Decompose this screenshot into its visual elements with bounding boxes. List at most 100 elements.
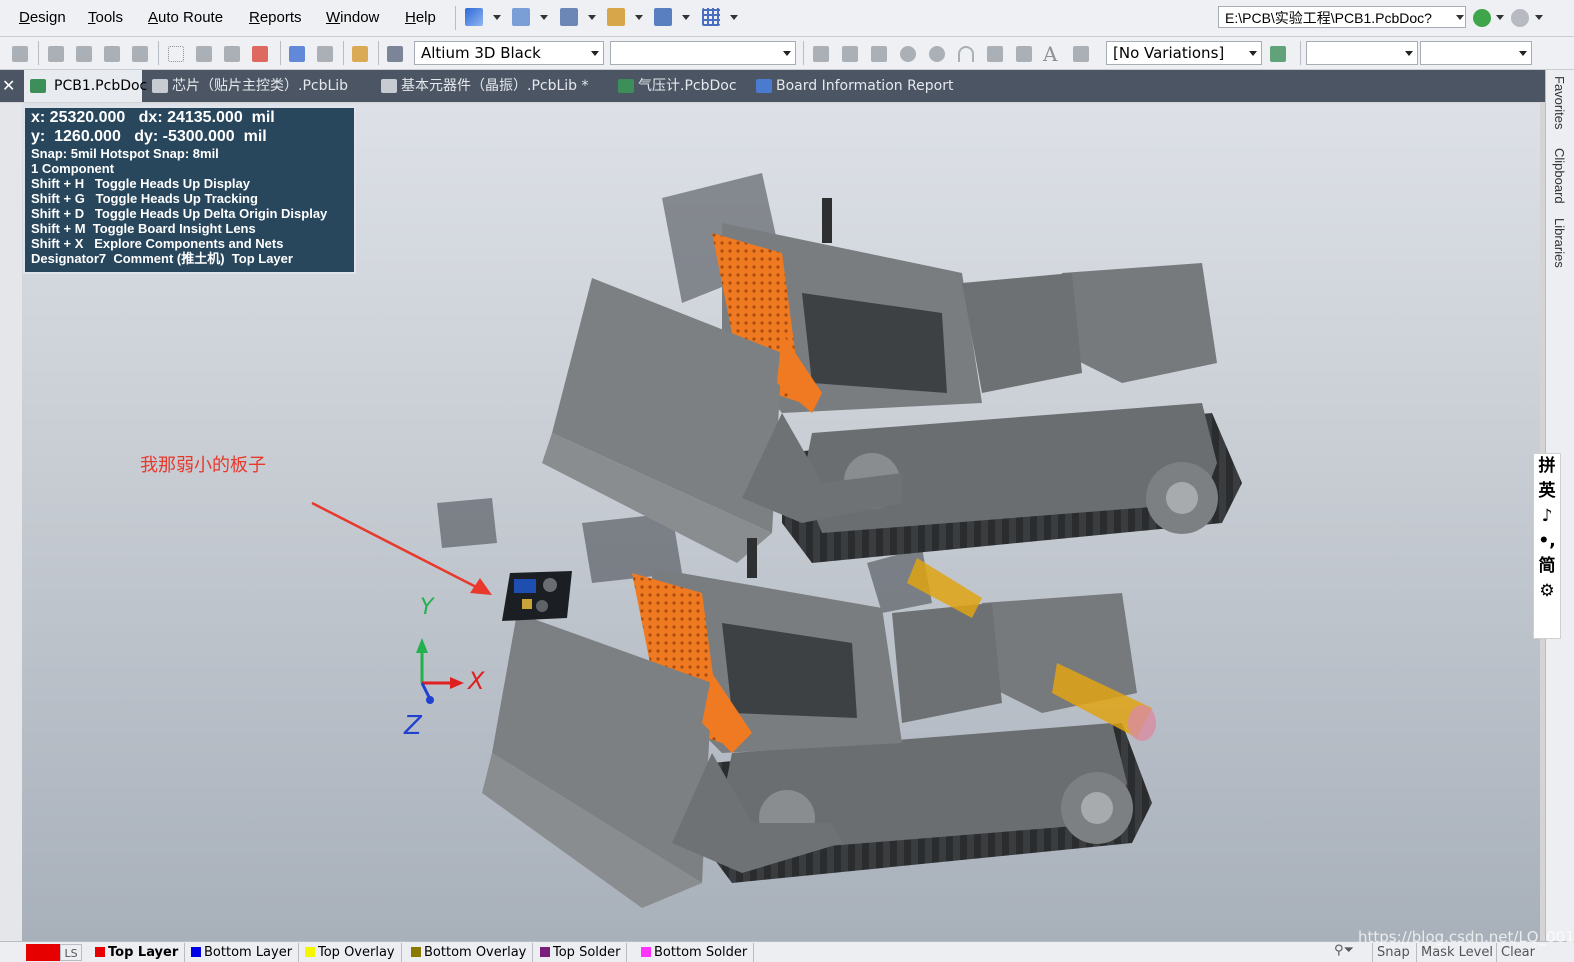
menu-window[interactable]: Window [326, 9, 379, 26]
fill-icon[interactable] [987, 46, 1003, 62]
tab-label: Board Information Report [776, 78, 954, 94]
tab-basic-pcblib[interactable]: 基本元器件（晶振）.PcbLib * [377, 70, 589, 102]
string-icon[interactable]: A [1043, 44, 1059, 64]
filter-combo-2[interactable] [1420, 41, 1532, 65]
diff-pair-icon[interactable] [871, 46, 887, 62]
layer-swatch [191, 947, 201, 957]
layer-tab-top-layer[interactable]: Top Layer [92, 943, 186, 962]
menu-auto-route[interactable]: Auto Route [148, 9, 223, 26]
tab-chip-pcblib[interactable]: 芯片（贴片主控类）.PcbLib [148, 70, 348, 102]
layer-tab-bottom-layer[interactable]: Bottom Layer [188, 943, 300, 962]
ime-settings-icon[interactable]: ⚙ [1534, 579, 1560, 604]
close-icon[interactable]: ✕ [2, 76, 15, 95]
side-tab-libraries[interactable]: Libraries [1552, 218, 1567, 268]
ime-english-icon[interactable]: 英 [1534, 479, 1560, 504]
polygon-icon[interactable] [1016, 46, 1032, 62]
arc-icon[interactable] [958, 46, 974, 62]
layer-swatch [641, 947, 651, 957]
paste-icon[interactable] [104, 46, 120, 62]
menu-help[interactable]: Help [405, 9, 436, 26]
layer-swatch [540, 947, 550, 957]
board-icon[interactable] [1270, 46, 1286, 62]
select-area-icon[interactable] [168, 46, 184, 62]
toolbar: Altium 3D Black A [No Variations] [0, 37, 1574, 70]
find-icon[interactable] [560, 8, 578, 26]
heads-up-display: x: 25320.000 dx: 24135.000 mil y: 1260.0… [23, 106, 356, 274]
deselect-icon[interactable] [224, 46, 240, 62]
tab-label: PCB1.PcbDoc [54, 78, 148, 94]
hud-shortcut: Shift + D Toggle Heads Up Delta Origin D… [31, 206, 328, 221]
view-config-value: Altium 3D Black [421, 44, 541, 62]
grid-icon[interactable] [702, 8, 720, 26]
variations-combo[interactable]: [No Variations] [1106, 41, 1262, 65]
ime-simplified-icon[interactable]: 简 [1534, 554, 1560, 579]
layer-tab-bottom-solder[interactable]: Bottom Solder [638, 943, 755, 962]
side-tab-clipboard[interactable]: Clipboard [1552, 148, 1567, 204]
zoom-icon[interactable] [12, 46, 28, 62]
layer-label: Top Layer [108, 945, 179, 960]
pad-icon[interactable] [900, 46, 916, 62]
undo-icon[interactable] [289, 46, 305, 62]
redo-icon[interactable] [317, 46, 333, 62]
browse-icon[interactable] [387, 46, 403, 62]
layer-tab-top-overlay[interactable]: Top Overlay [302, 943, 402, 962]
tab-label: 气压计.PcbDoc [638, 78, 737, 94]
filter-combo-1[interactable] [1306, 41, 1418, 65]
hud-y-coords: y: 1260.000 dy: -5300.000 mil [31, 128, 267, 145]
annotation-text: 我那弱小的板子 [140, 455, 266, 476]
tab-label: 芯片（贴片主控类）.PcbLib [172, 78, 349, 94]
room-icon[interactable] [654, 8, 672, 26]
chevron-down-icon [1249, 51, 1257, 56]
layer-tab-top-solder[interactable]: Top Solder [537, 943, 628, 962]
pcblib-icon [381, 79, 397, 93]
layer-set-combo[interactable] [610, 41, 796, 65]
via-icon[interactable] [929, 46, 945, 62]
layer-tab-bottom-overlay[interactable]: Bottom Overlay [408, 943, 534, 962]
layer-set-button[interactable]: LS [60, 944, 82, 961]
current-layer-swatch[interactable] [26, 944, 60, 961]
filter-icon[interactable]: ⚲⏷ [1334, 943, 1354, 958]
layer-swatch [305, 947, 315, 957]
left-panel-strip[interactable] [0, 103, 23, 941]
ime-pinyin-icon[interactable]: 拼 [1534, 454, 1560, 479]
route-tool-icon[interactable] [813, 46, 829, 62]
move-icon[interactable] [196, 46, 212, 62]
ime-voice-icon[interactable]: ♪ [1534, 504, 1560, 529]
hud-shortcut: Shift + G Toggle Heads Up Tracking [31, 191, 258, 206]
menu-tools[interactable]: Tools [88, 9, 123, 26]
forward-icon[interactable] [1511, 9, 1529, 27]
cut-icon[interactable] [48, 46, 64, 62]
axes-gizmo [416, 638, 464, 704]
chevron-down-icon [1405, 51, 1413, 56]
layer-swatch [95, 947, 105, 957]
clear-filter-icon[interactable] [252, 46, 268, 62]
pen-icon[interactable] [352, 46, 368, 62]
align-icon[interactable] [512, 8, 530, 26]
tab-board-info-report[interactable]: Board Information Report [752, 70, 954, 102]
back-icon[interactable] [1473, 9, 1491, 27]
menu-design[interactable]: Design [19, 9, 66, 26]
menu-reports[interactable]: Reports [249, 9, 302, 26]
rubber-stamp-icon[interactable] [132, 46, 148, 62]
layer-label: Bottom Solder [654, 945, 748, 960]
watermark-url: https://blog.csdn.net/LQ_001 [1358, 928, 1574, 946]
layer-label: Bottom Overlay [424, 945, 527, 960]
distribute-icon[interactable] [607, 8, 625, 26]
report-icon [756, 79, 772, 93]
copy-icon[interactable] [76, 46, 92, 62]
route-icon[interactable] [465, 8, 483, 26]
hud-x-coords: x: 25320.000 dx: 24135.000 mil [31, 109, 275, 126]
fanout-icon[interactable] [842, 46, 858, 62]
layer-tab-bar: LS Top Layer Bottom Layer Top Overlay Bo… [0, 941, 1574, 962]
layer-label: Bottom Layer [204, 945, 293, 960]
axis-label-y: Y [420, 595, 434, 620]
project-path-combo[interactable]: E:\PCB\实验工程\PCB1.PcbDoc? [1218, 6, 1466, 28]
side-tab-favorites[interactable]: Favorites [1552, 76, 1567, 129]
tab-pcb1[interactable]: PCB1.PcbDoc [24, 70, 147, 102]
ime-punctuation-icon[interactable]: •, [1534, 529, 1560, 554]
array-icon[interactable] [1073, 46, 1089, 62]
hud-components: 1 Component [31, 161, 115, 176]
layer-label: Top Overlay [318, 945, 395, 960]
tab-barometer-pcbdoc[interactable]: 气压计.PcbDoc [614, 70, 737, 102]
view-config-combo[interactable]: Altium 3D Black [414, 41, 604, 65]
